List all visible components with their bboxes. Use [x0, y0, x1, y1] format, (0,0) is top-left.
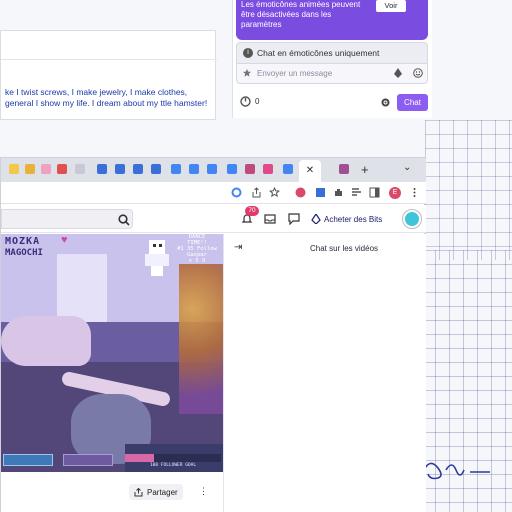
streamer-figure — [1, 316, 91, 366]
channel-points-icon — [240, 96, 251, 107]
emote-picker-icon[interactable] — [413, 68, 423, 78]
reading-list-icon[interactable] — [369, 187, 380, 198]
tab-favicon[interactable] — [133, 164, 143, 174]
window-light — [57, 254, 107, 324]
chat-settings-icon[interactable] — [380, 97, 391, 108]
tab-favicon[interactable] — [227, 164, 237, 174]
search-icon[interactable] — [118, 214, 130, 226]
badge-icon[interactable] — [242, 68, 252, 78]
tab-search-icon[interactable]: ⌄ — [403, 162, 411, 173]
buy-bits-button[interactable]: Acheter des Bits — [311, 211, 382, 227]
divider — [1, 59, 217, 60]
tab-favicon[interactable] — [339, 164, 349, 174]
tab-favicon[interactable] — [25, 164, 35, 174]
notice-text: Les émoticônes animées peuvent être désa… — [241, 0, 361, 29]
active-tab-close-icon[interactable]: ✕ — [299, 160, 321, 182]
tab-favicon[interactable] — [171, 164, 181, 174]
dance-time-panel: DANCE TIME!! #1 35 Follow Gaspar x 5 9 — [176, 234, 218, 270]
animated-emotes-notice: Les émoticônes animées peuvent être désa… — [236, 0, 428, 40]
share-page-icon[interactable] — [251, 187, 262, 198]
message-placeholder: Envoyer un message — [257, 69, 333, 78]
tab-favicon[interactable] — [97, 164, 107, 174]
tab-favicon[interactable] — [41, 164, 51, 174]
video-chat-title: Chat sur les vidéos — [309, 244, 379, 253]
message-input[interactable]: Envoyer un message — [236, 64, 428, 84]
goal-bar-fill — [125, 454, 154, 462]
tab-favicon[interactable] — [9, 164, 19, 174]
tab-favicon[interactable] — [283, 164, 293, 174]
google-lens-icon[interactable] — [231, 187, 242, 198]
extension-red-icon[interactable] — [295, 187, 306, 198]
tab-favicon[interactable] — [57, 164, 67, 174]
browser-toolbar: E — [1, 182, 426, 204]
send-chat-button[interactable]: Chat — [397, 94, 428, 111]
overlay-stat-middle — [63, 454, 113, 466]
tab-favicon[interactable] — [245, 164, 255, 174]
emote-only-banner: i Chat en émoticônes uniquement — [236, 42, 428, 64]
search-input[interactable] — [1, 209, 133, 229]
channel-points[interactable]: 0 — [240, 96, 259, 107]
info-icon: i — [243, 48, 253, 58]
twitch-header: 70 Acheter des Bits — [1, 205, 426, 233]
view-settings-button[interactable]: Voir — [376, 0, 406, 12]
whispers-icon[interactable] — [288, 213, 300, 225]
notification-count-badge: 70 — [245, 206, 259, 216]
user-avatar[interactable] — [403, 210, 421, 228]
stream-overlay-subtitle: MAGOCHI — [5, 248, 43, 258]
pixel-character-icon — [145, 240, 169, 276]
collapse-chat-icon[interactable]: ⇥ — [234, 242, 242, 253]
video-chat-panel: ⇥ Chat sur les vidéos — [223, 234, 426, 512]
extension-blue-icon[interactable] — [315, 187, 326, 198]
dance-line-5: x 5 9 — [188, 258, 206, 264]
tab-favicon[interactable] — [151, 164, 161, 174]
emote-only-label: Chat en émoticônes uniquement — [257, 48, 380, 58]
browser-window: ✕ + ⌄ E 70 Acheter des Bits MOZKA ♥ MAGO… — [0, 157, 426, 512]
tab-favicon[interactable] — [207, 164, 217, 174]
profile-bio-text: ke I twist screws, I make jewelry, I mak… — [5, 87, 208, 108]
new-tab-icon[interactable]: + — [361, 162, 369, 177]
extension-icon[interactable] — [333, 187, 344, 198]
goal-label: 100 FOLLOWER GOAL — [149, 463, 197, 468]
tab-favicon[interactable] — [115, 164, 125, 174]
more-options-icon[interactable]: ⋮ — [199, 486, 208, 497]
autumn-plant — [179, 264, 223, 414]
inbox-icon[interactable] — [264, 213, 276, 225]
bookmark-star-icon[interactable] — [269, 187, 280, 198]
puzzle-icon[interactable] — [351, 187, 362, 198]
tab-favicon[interactable] — [263, 164, 273, 174]
share-label: Partager — [147, 487, 178, 497]
bits-gem-icon — [311, 214, 321, 224]
tab-strip: ✕ + ⌄ — [1, 158, 426, 182]
share-button[interactable]: Partager — [129, 484, 183, 500]
profile-avatar-icon[interactable]: E — [389, 187, 401, 199]
video-info-bar: Partager ⋮ — [1, 472, 223, 512]
stream-video-player[interactable]: MOZKA ♥ MAGOCHI DANCE TIME!! #1 35 Follo… — [1, 234, 223, 472]
tab-favicon[interactable] — [189, 164, 199, 174]
profile-text-window: ke I twist screws, I make jewelry, I mak… — [0, 30, 217, 120]
bits-icon[interactable] — [393, 68, 403, 78]
kebab-menu-icon[interactable] — [409, 187, 420, 198]
overlay-stat-left — [3, 454, 53, 466]
channel-points-value: 0 — [255, 97, 260, 106]
stream-overlay-title: MOZKA — [5, 236, 41, 247]
chat-footer: 0 Chat — [236, 90, 428, 114]
heart-icon: ♥ — [61, 234, 68, 246]
graph-paper-grid-upper — [425, 120, 512, 260]
tab-favicon[interactable] — [75, 164, 85, 174]
share-icon — [134, 487, 143, 496]
follower-goal-widget: 100 FOLLOWER GOAL — [125, 444, 223, 472]
buy-bits-label: Acheter des Bits — [324, 214, 383, 224]
